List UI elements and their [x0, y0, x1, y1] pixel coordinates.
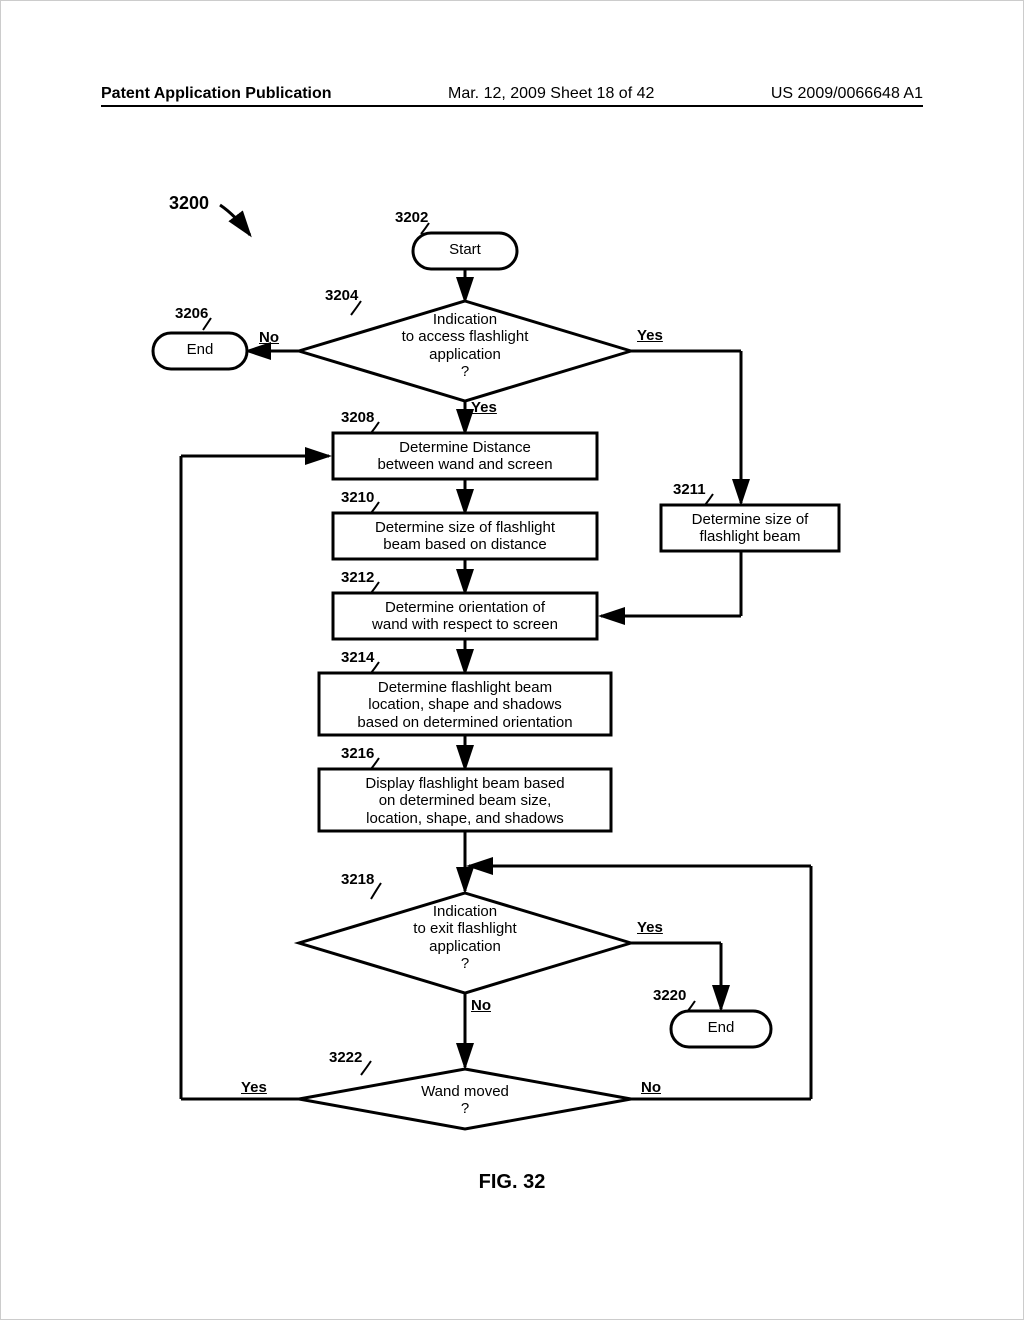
edge-3218-yes: Yes	[637, 919, 663, 936]
process-3212-text: Determine orientation of wand with respe…	[333, 599, 597, 634]
decision-3218-text: Indication to exit flashlight applicatio…	[341, 903, 589, 972]
flowchart-svg	[1, 1, 1024, 1321]
end-3206-text: End	[153, 341, 247, 358]
label-3218: 3218	[341, 871, 374, 888]
start-terminator: Start	[413, 241, 517, 258]
process-3208-text: Determine Distance between wand and scre…	[333, 439, 597, 474]
label-3211: 3211	[673, 481, 706, 498]
edge-3204-yes-right: Yes	[637, 327, 663, 344]
edge-3204-yes-down: Yes	[471, 399, 497, 416]
end-3220-text: End	[671, 1019, 771, 1036]
label-3202: 3202	[395, 209, 428, 226]
edge-3218-no: No	[471, 997, 491, 1014]
decision-3204-text: Indication to access flashlight applicat…	[341, 311, 589, 380]
label-3222: 3222	[329, 1049, 362, 1066]
label-3212: 3212	[341, 569, 374, 586]
figure-ref-3200: 3200	[169, 193, 209, 214]
label-3208: 3208	[341, 409, 374, 426]
process-3210-text: Determine size of flashlight beam based …	[333, 519, 597, 554]
page-container: Patent Application Publication Mar. 12, …	[0, 0, 1024, 1320]
process-3211-text: Determine size of flashlight beam	[661, 511, 839, 546]
label-3214: 3214	[341, 649, 374, 666]
edge-3222-yes: Yes	[241, 1079, 267, 1096]
label-3216: 3216	[341, 745, 374, 762]
process-3214-text: Determine flashlight beam location, shap…	[319, 679, 611, 731]
process-3216-text: Display flashlight beam based on determi…	[319, 775, 611, 827]
edge-3222-no: No	[641, 1079, 661, 1096]
edge-3204-no: No	[259, 329, 279, 346]
label-3210: 3210	[341, 489, 374, 506]
label-3204: 3204	[325, 287, 358, 304]
label-3220: 3220	[653, 987, 686, 1004]
label-3206: 3206	[175, 305, 208, 322]
figure-title: FIG. 32	[1, 1171, 1023, 1194]
decision-3222-text: Wand moved ?	[341, 1083, 589, 1118]
